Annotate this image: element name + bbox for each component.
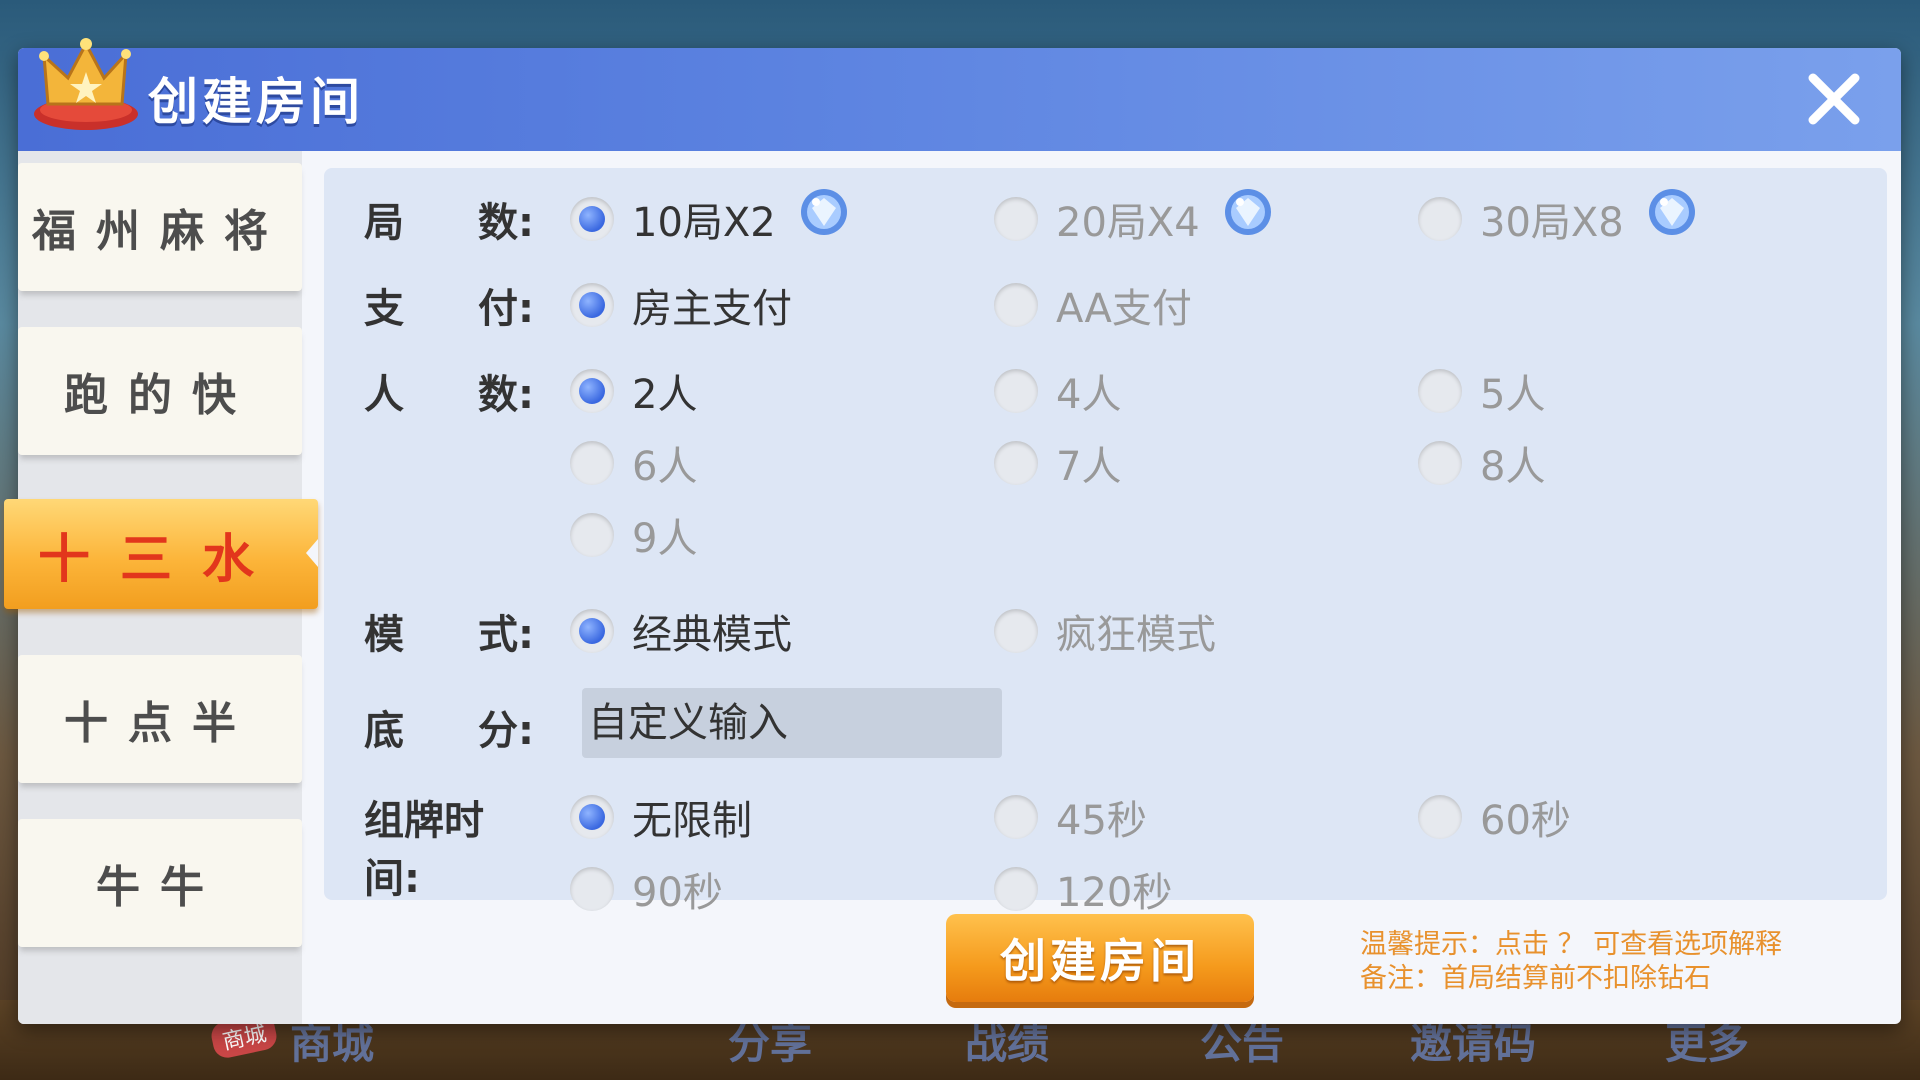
players-7[interactable]: 7人 [994,434,1121,492]
tip-line-2: 备注：首局结算前不扣除钻石 [1360,963,1711,994]
players-4[interactable]: 4人 [994,362,1121,420]
payment-owner[interactable]: 房主支付 [570,276,792,334]
game-tabs-sidebar: 福州麻将 跑的快 十三水 十点半 牛牛 [4,151,318,1024]
radio [994,369,1038,413]
diamond-icon [1649,189,1695,235]
create-room-button[interactable]: 创建房间 [946,914,1254,1002]
tab-shisanshui[interactable]: 十三水 [4,499,318,609]
dialog-header: 创建房间 [18,38,1901,151]
arrange-time-label: 组牌时间: [364,798,484,902]
radio [994,283,1038,327]
players-5[interactable]: 5人 [1418,362,1545,420]
radio-selected [570,609,614,653]
radio [1418,369,1462,413]
close-icon[interactable] [1803,68,1865,130]
payment-aa[interactable]: AA支付 [994,276,1192,334]
tab-label: 福州麻将 [32,206,288,257]
tab-label: 十点半 [64,698,256,749]
radio [1418,795,1462,839]
time-unlimited[interactable]: 无限制 [570,788,752,846]
diamond-icon [801,189,847,235]
radio [570,441,614,485]
radio [1418,197,1462,241]
radio [994,609,1038,653]
mode-crazy[interactable]: 疯狂模式 [994,602,1216,660]
radio [570,513,614,557]
radio-selected [570,283,614,327]
tab-fuzhou-mahjong[interactable]: 福州麻将 [18,163,302,291]
tab-paodekuai[interactable]: 跑的快 [18,327,302,455]
payment-label: 支付: [364,286,534,332]
radio [994,795,1038,839]
crown-icon [34,38,138,130]
rounds-option-2[interactable]: 20局X4 [994,190,1200,248]
tab-label: 牛牛 [96,862,224,913]
time-120s[interactable]: 120秒 [994,860,1172,918]
mode-label: 模式: [364,612,534,658]
tab-shidianban[interactable]: 十点半 [18,655,302,783]
tab-label: 跑的快 [64,370,256,421]
dialog-title: 创建房间 [148,73,364,131]
radio-selected [570,795,614,839]
time-90s[interactable]: 90秒 [570,860,723,918]
players-label: 人数: [364,372,534,418]
radio [1418,441,1462,485]
diamond-icon [1225,189,1271,235]
rounds-option-3[interactable]: 30局X8 [1418,190,1624,248]
mode-classic[interactable]: 经典模式 [570,602,792,660]
options-panel: 局数: 10局X2 20局X4 30局X8 支付: 房主支付 AA支付 人数: … [324,168,1887,916]
rounds-option-1[interactable]: 10局X2 [570,190,776,248]
radio-selected [570,197,614,241]
base-score-input[interactable]: 自定义输入 [582,688,1002,758]
radio-selected [570,369,614,413]
radio [994,197,1038,241]
players-6[interactable]: 6人 [570,434,697,492]
players-2[interactable]: 2人 [570,362,697,420]
players-9[interactable]: 9人 [570,506,697,564]
base-score-label: 底分: [364,708,534,754]
tab-label: 十三水 [37,529,284,590]
create-room-dialog: 创建房间 福州麻将 跑的快 十三水 十点半 牛牛 局数: 10局X2 20局X4… [4,38,1901,1024]
radio [994,867,1038,911]
time-60s[interactable]: 60秒 [1418,788,1571,846]
radio [994,441,1038,485]
players-8[interactable]: 8人 [1418,434,1545,492]
rounds-label: 局数: [364,200,534,246]
time-45s[interactable]: 45秒 [994,788,1147,846]
radio [570,867,614,911]
tab-niuniu[interactable]: 牛牛 [18,819,302,947]
